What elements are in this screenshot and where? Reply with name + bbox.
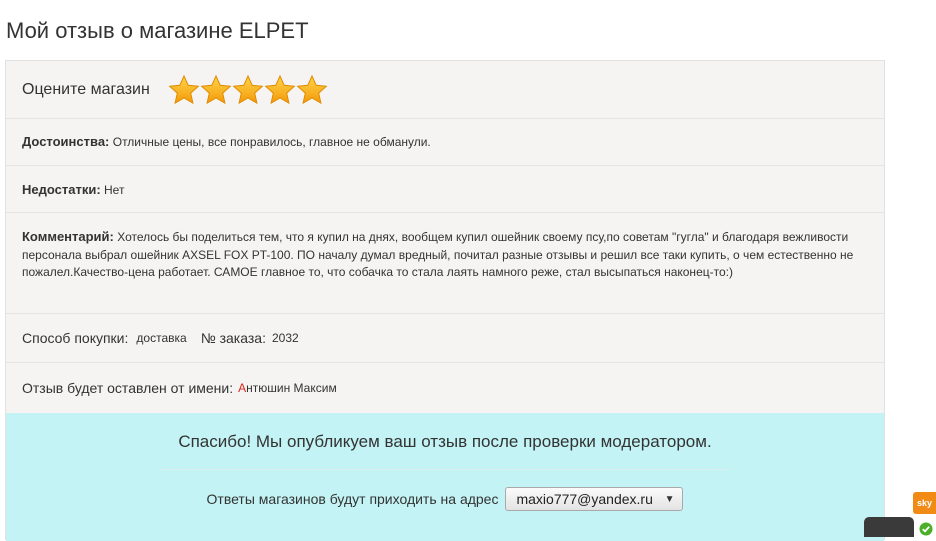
star-icon[interactable]: [200, 74, 232, 106]
page-title: Мой отзыв о магазине ELPET: [6, 18, 309, 43]
email-select[interactable]: maxio777@yandex.ru ▼: [505, 487, 684, 511]
order-number-value: 2032: [271, 331, 299, 345]
comment-value: Хотелось бы поделиться тем, что я купил …: [22, 230, 854, 279]
star-icon[interactable]: [168, 74, 200, 106]
advantages-label: Достоинства:: [22, 134, 110, 149]
chevron-down-icon: ▼: [664, 493, 675, 505]
thanks-divider: [161, 469, 729, 470]
star-icon[interactable]: [232, 74, 264, 106]
purchase-row: Способ покупки: доставка № заказа: 2032: [6, 314, 884, 363]
email-select-value: maxio777@yandex.ru: [516, 491, 653, 507]
purchase-method-label: Способ покупки:: [22, 330, 129, 346]
star-icon[interactable]: [296, 74, 328, 106]
order-number-label: № заказа:: [200, 330, 266, 346]
skype-icon[interactable]: sky: [913, 492, 936, 514]
rating-row: Оцените магазин: [6, 61, 884, 119]
comment-row: Комментарий: Хотелось бы поделиться тем,…: [6, 213, 884, 314]
thanks-panel: Спасибо! Мы опубликуем ваш отзыв после п…: [6, 413, 884, 541]
disadvantages-row: Недостатки: Нет: [6, 166, 884, 213]
shield-check-icon[interactable]: [915, 520, 936, 537]
disadvantages-value: Нет: [104, 183, 125, 197]
reply-address-label: Ответы магазинов будут приходить на адре…: [206, 491, 499, 507]
review-card: Оцените магазин Достоинства: Отличные це…: [5, 60, 885, 541]
purchase-method-value: доставка: [136, 331, 187, 345]
comment-label: Комментарий:: [22, 229, 114, 244]
star-rating[interactable]: [168, 74, 328, 106]
author-row: Отзыв будет оставлен от имени: Антюшин М…: [6, 363, 884, 413]
author-name: Антюшин Максим: [238, 381, 337, 395]
thanks-message: Спасибо! Мы опубликуем ваш отзыв после п…: [178, 432, 712, 451]
reply-address-row: Ответы магазинов будут приходить на адре…: [6, 487, 884, 511]
author-label: Отзыв будет оставлен от имени:: [22, 380, 234, 396]
advantages-value: Отличные цены, все понравилось, главное …: [112, 135, 431, 149]
author-name-rest: нтюшин Максим: [246, 381, 337, 395]
star-icon[interactable]: [264, 74, 296, 106]
advantages-row: Достоинства: Отличные цены, все понравил…: [6, 119, 884, 166]
feedback-tab[interactable]: [864, 517, 914, 537]
disadvantages-label: Недостатки:: [22, 182, 101, 197]
rating-label: Оцените магазин: [22, 80, 150, 98]
author-name-initial: А: [238, 381, 247, 395]
